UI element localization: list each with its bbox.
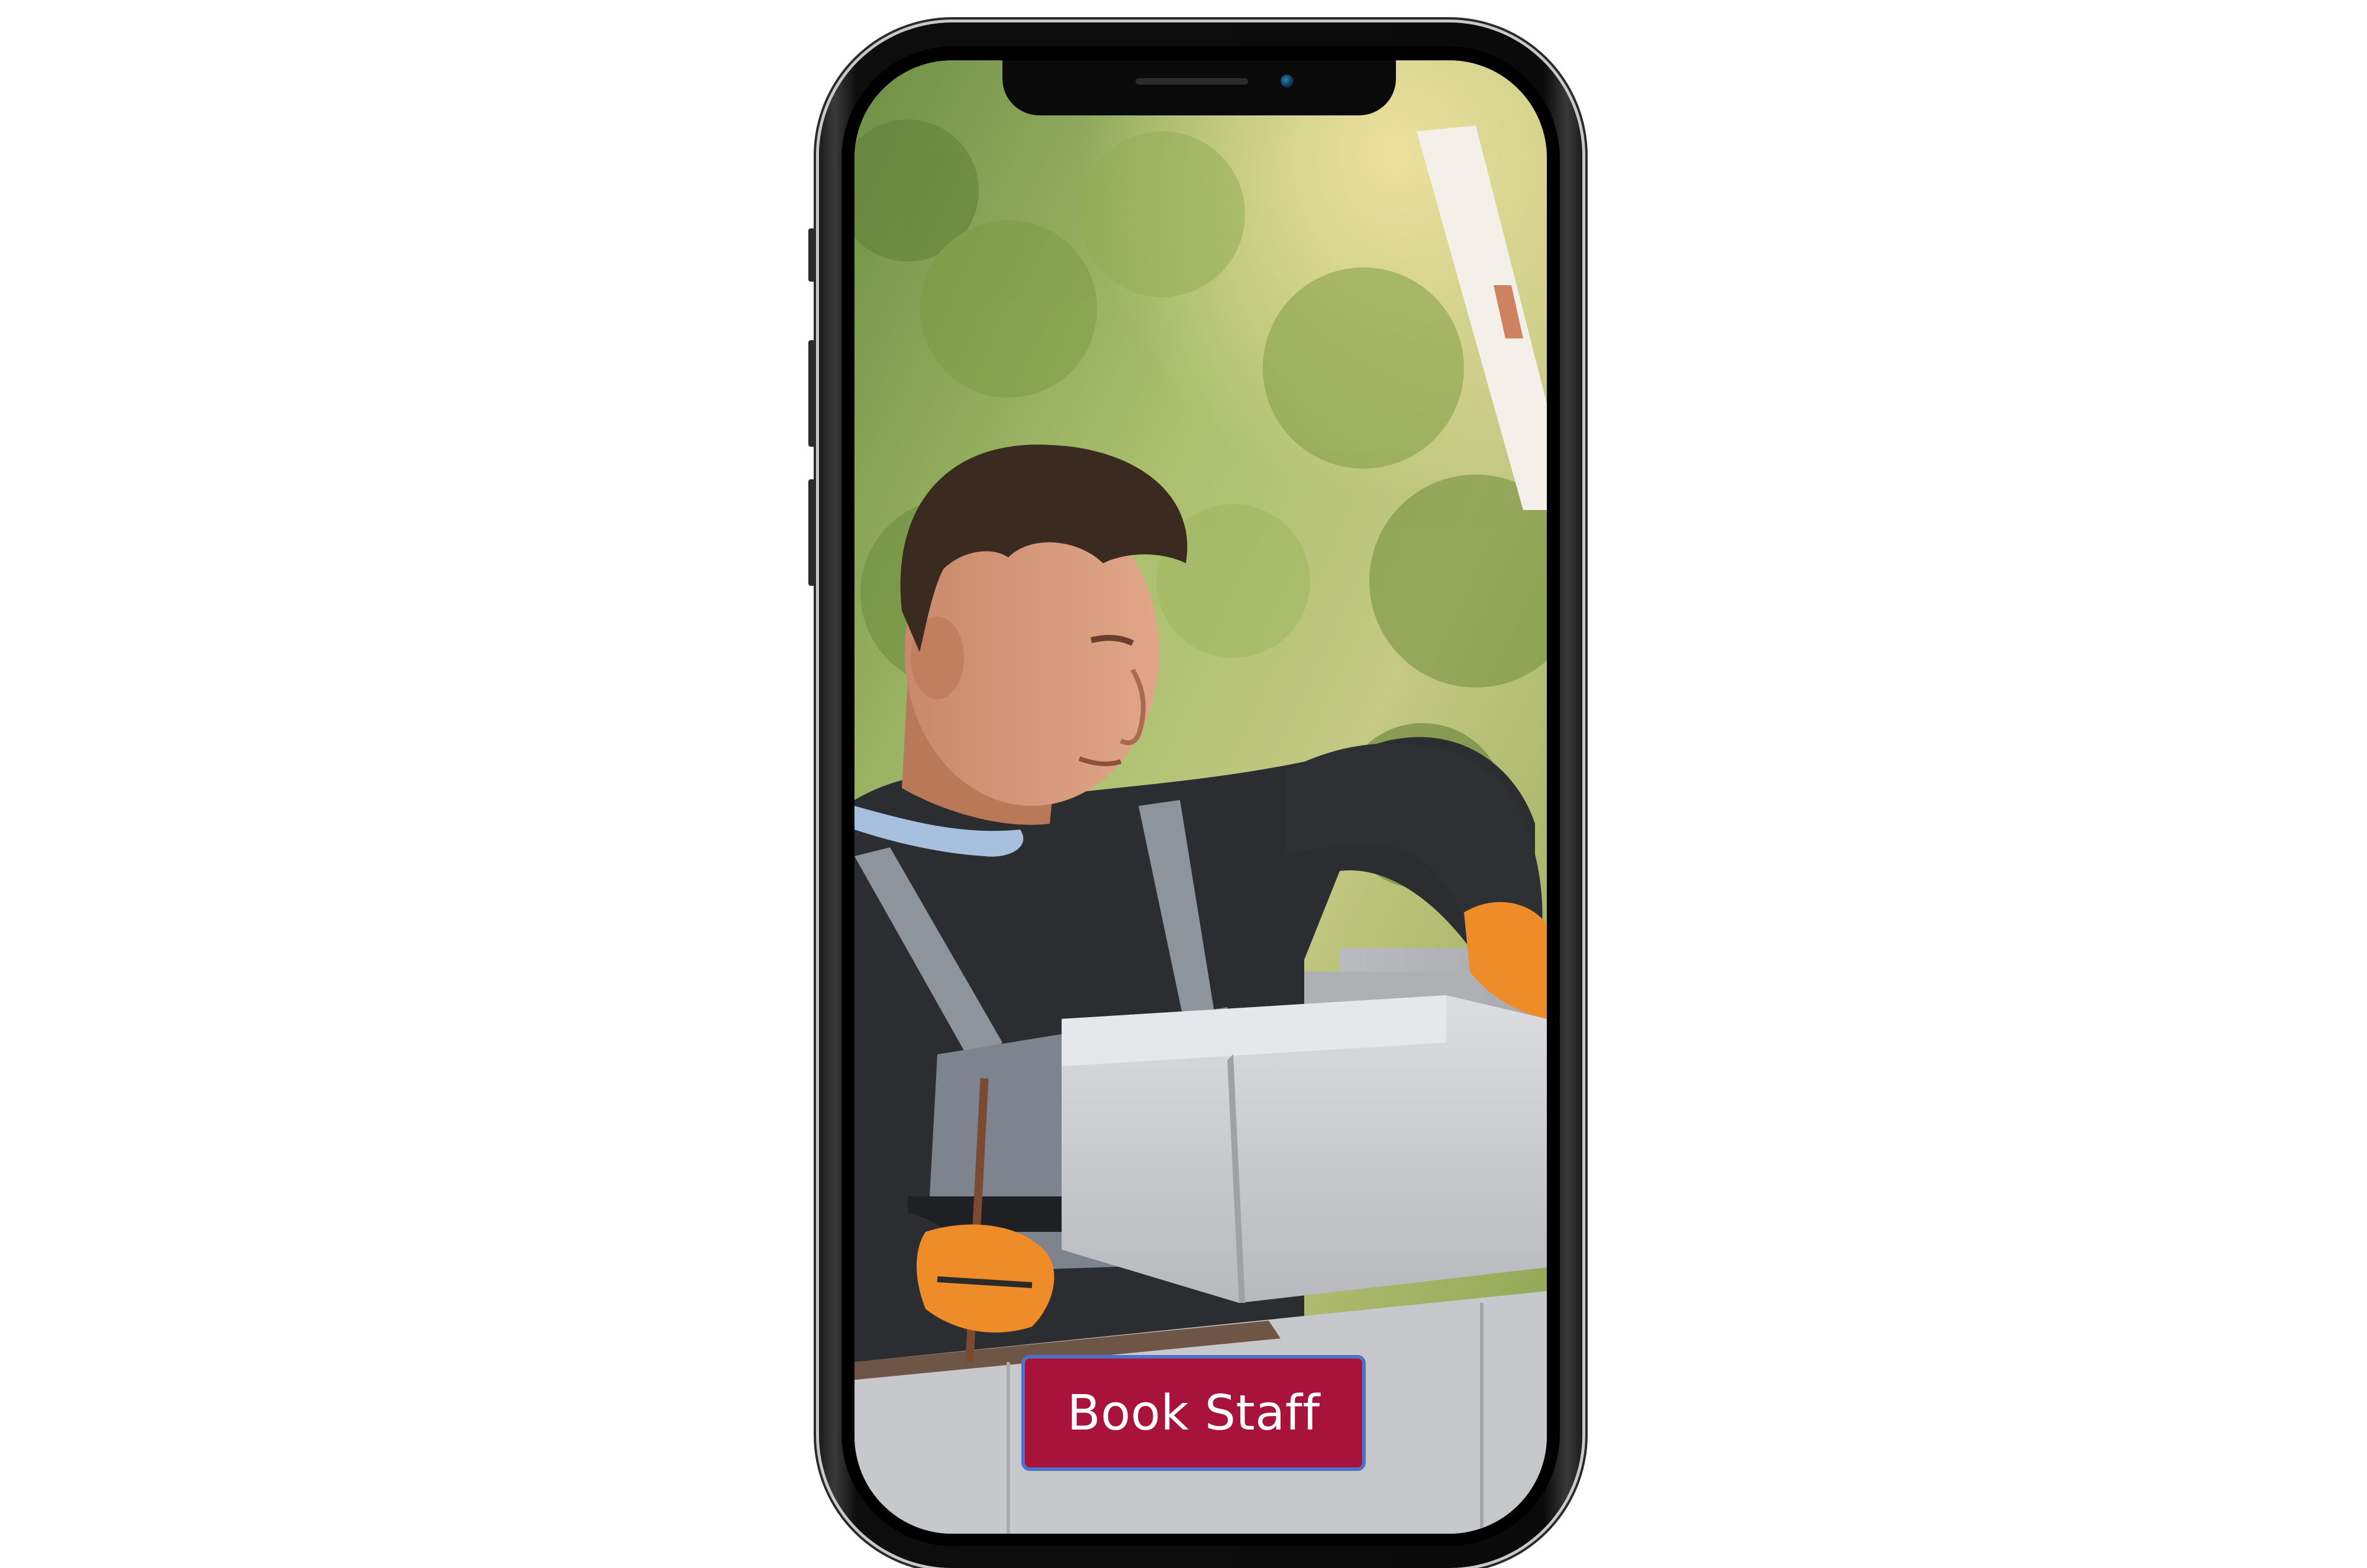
volume-up-button <box>808 340 815 447</box>
silent-switch <box>808 228 815 282</box>
hero-photo <box>854 60 1547 1534</box>
mockup-canvas: Book Staff <box>0 0 2367 1568</box>
volume-down-button <box>808 479 815 586</box>
phone-bezel: Book Staff <box>841 46 1560 1546</box>
book-staff-button[interactable]: Book Staff <box>1021 1355 1366 1471</box>
phone-frame: Book Staff <box>819 22 1582 1568</box>
phone-notch <box>1002 60 1396 115</box>
phone-screen: Book Staff <box>854 60 1547 1534</box>
speaker-grille <box>1136 78 1248 85</box>
front-camera-icon <box>1281 75 1294 88</box>
